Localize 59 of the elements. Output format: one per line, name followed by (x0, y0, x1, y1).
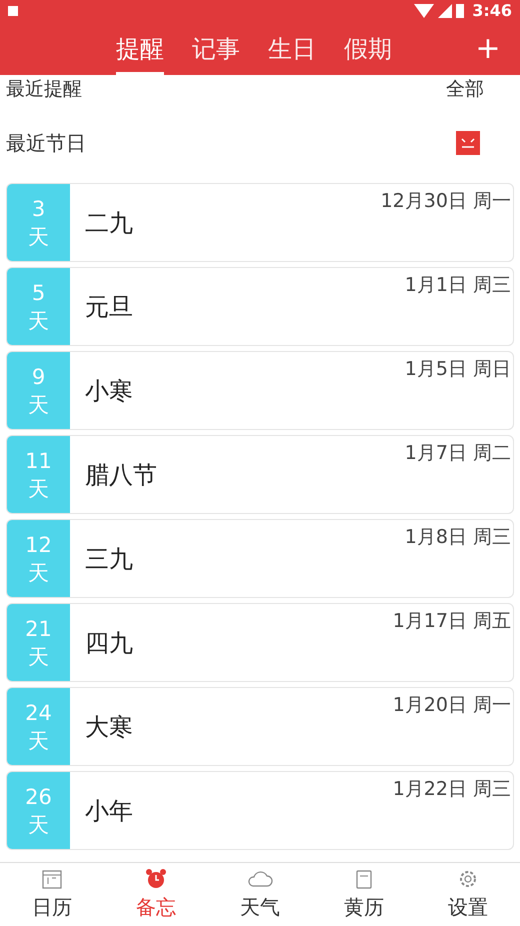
days-count: 24 (25, 700, 52, 726)
holiday-card[interactable]: 5 天 元旦 1月1日 周三 (6, 267, 514, 346)
days-unit: 天 (28, 812, 49, 838)
days-unit: 天 (28, 392, 49, 418)
holiday-card[interactable]: 26 天 小年 1月22日 周三 (6, 771, 514, 850)
signal-icon (438, 4, 452, 18)
days-unit: 天 (28, 644, 49, 670)
days-unit: 天 (28, 728, 49, 754)
status-time: 3:46 (472, 0, 512, 22)
holiday-name: 大寒 (85, 712, 133, 742)
holiday-card[interactable]: 21 天 四九 1月17日 周五 (6, 603, 514, 682)
holiday-card[interactable]: 9 天 小寒 1月5日 周日 (6, 351, 514, 430)
section-title: 最近节日 (6, 130, 86, 157)
days-count: 12 (25, 532, 52, 558)
holiday-name: 小寒 (85, 376, 133, 406)
holiday-date: 1月7日 周二 (404, 441, 511, 466)
tab[interactable]: 记事 (192, 22, 240, 75)
days-unit: 天 (28, 476, 49, 502)
holiday-date: 1月8日 周三 (404, 525, 511, 550)
holiday-card[interactable]: 12 天 三九 1月8日 周三 (6, 519, 514, 598)
days-count: 9 (32, 364, 46, 390)
days-unit: 天 (28, 560, 49, 586)
view-all-link[interactable]: 全部 (446, 75, 484, 103)
days-count: 11 (25, 448, 52, 474)
add-button[interactable]: + (468, 34, 508, 64)
battery-icon (456, 4, 464, 18)
holiday-name: 腊八节 (85, 460, 157, 490)
days-count: 5 (32, 280, 46, 306)
holiday-card[interactable]: 11 天 腊八节 1月7日 周二 (6, 435, 514, 514)
days-count: 26 (25, 784, 52, 810)
holiday-name: 四九 (85, 628, 133, 658)
days-unit: 天 (28, 224, 49, 250)
nav-item[interactable]: 备忘 (104, 863, 208, 926)
holiday-date: 1月5日 周日 (404, 357, 511, 382)
holiday-name: 元旦 (85, 292, 133, 322)
days-count: 21 (25, 616, 52, 642)
nav-item[interactable]: 日历 (0, 863, 104, 926)
nav-item[interactable]: 黄历 (312, 863, 416, 926)
holiday-date: 12月30日 周一 (380, 189, 511, 214)
holiday-card[interactable]: 24 天 大寒 1月20日 周一 (6, 687, 514, 766)
section-title: 最近提醒 (6, 76, 82, 102)
days-unit: 天 (28, 308, 49, 334)
nav-item[interactable]: 天气 (208, 863, 312, 926)
holiday-name: 二九 (85, 208, 133, 238)
tab[interactable]: 提醒 (116, 22, 164, 75)
nav-item[interactable]: 设置 (416, 863, 520, 926)
notification-icon (8, 6, 18, 16)
holiday-name: 小年 (85, 796, 133, 826)
holiday-date: 1月20日 周一 (392, 693, 511, 718)
holiday-name: 三九 (85, 544, 133, 574)
alarm-clock-icon (145, 868, 167, 890)
wifi-icon (414, 4, 434, 18)
holiday-date: 1月1日 周三 (404, 273, 511, 298)
days-count: 3 (32, 196, 46, 222)
tab[interactable]: 假期 (344, 22, 392, 75)
holiday-date: 1月22日 周三 (392, 777, 511, 802)
holiday-date: 1月17日 周五 (392, 609, 511, 634)
tab[interactable]: 生日 (268, 22, 316, 75)
holiday-card[interactable]: 3 天 二九 12月30日 周一 (6, 183, 514, 262)
